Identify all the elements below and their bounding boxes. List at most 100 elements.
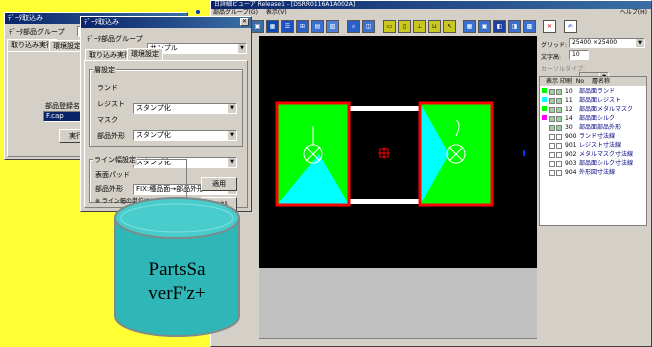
layer-print-checkbox[interactable] <box>556 97 562 104</box>
pad-icon[interactable]: ▣ <box>478 20 491 33</box>
resist-value: スタンプ化 <box>136 131 171 139</box>
layer-row[interactable]: 10 部品面ランド <box>542 87 615 96</box>
grid-select[interactable]: 25400 ×25400 ▼ <box>569 38 645 48</box>
side-panel: グリッド: 25400 ×25400 ▼ 文字高: 10 カーソルタイプ: ▼ … <box>537 36 649 346</box>
silk-line-bottom <box>349 199 419 204</box>
layer-display-checkbox[interactable] <box>549 160 555 167</box>
layer-name: 部品面部品外形 <box>579 124 622 131</box>
paint-icon[interactable]: ▨ <box>326 20 339 33</box>
layer-row[interactable]: 12 部品面メタルマスク <box>542 105 633 114</box>
import-dialog-front: ﾃﾞｰﾀ取込み ✕ ﾃﾞｰﾀ部品グループ サンプル ▼ 取り込み実行 環境設定 … <box>80 16 252 270</box>
front-group-label: ﾃﾞｰﾀ部品グループ <box>87 35 143 43</box>
copy-icon[interactable]: ◧ <box>493 20 506 33</box>
grid-value: 25400 ×25400 <box>572 39 618 46</box>
status-bar <box>259 338 537 346</box>
layer-setting-label: 層設定 <box>93 65 116 75</box>
col-print: 印刷 <box>559 78 572 85</box>
layer-color-swatch <box>542 160 547 165</box>
layer-display-checkbox[interactable] <box>549 106 555 113</box>
layer-color-swatch <box>542 142 547 147</box>
layer-number: 10 <box>565 88 573 95</box>
layer-number: 14 <box>565 115 573 122</box>
layer-display-checkbox[interactable] <box>549 124 555 131</box>
database-icon: PartsSa verF'z+ <box>111 194 243 340</box>
chevron-down-icon: ▼ <box>635 39 644 47</box>
help-icon[interactable]: ✍ <box>564 20 577 33</box>
layer-print-checkbox[interactable] <box>556 88 562 95</box>
select-icon[interactable]: ↖ <box>443 20 456 33</box>
char-height-label: 文字高: <box>541 54 562 61</box>
mask-label: マスク <box>97 116 118 124</box>
measure-icon[interactable]: ▭ <box>383 20 396 33</box>
layer-name: 部品面シルク <box>579 115 616 122</box>
layer-display-checkbox[interactable] <box>549 88 555 95</box>
fit-icon[interactable]: ◫ <box>362 20 375 33</box>
layer-name: 部品面シルク寸法線 <box>579 160 634 167</box>
layer-display-checkbox[interactable] <box>549 133 555 140</box>
col-display: 表示 <box>546 78 559 85</box>
front-tab-settings[interactable]: 環境設定 <box>127 48 163 60</box>
col-no: No <box>575 78 585 85</box>
layer-name: 部品面レジスト <box>579 97 622 104</box>
ruler-icon[interactable]: ⊥ <box>413 20 426 33</box>
land-select[interactable]: スタンプ化 ▼ <box>133 103 237 114</box>
grid-icon[interactable]: ▦ <box>266 20 279 33</box>
layer-print-checkbox[interactable] <box>556 169 562 176</box>
layer-print-checkbox[interactable] <box>556 160 562 167</box>
layer-print-checkbox[interactable] <box>556 133 562 140</box>
menu-item-help[interactable]: ヘルプ(H) <box>620 9 647 17</box>
footprint-drawing <box>275 101 525 207</box>
layer-row[interactable]: 11 部品面レジスト <box>542 96 621 105</box>
layer-row[interactable]: 901 レジスト寸法線 <box>542 141 621 150</box>
ruler2-icon[interactable]: ⊔ <box>428 20 441 33</box>
layer-name: 外形図寸法線 <box>579 169 616 176</box>
layer-color-swatch <box>542 124 547 129</box>
front-dialog-title: ﾃﾞｰﾀ取込み <box>84 18 119 26</box>
layer-print-checkbox[interactable] <box>556 151 562 158</box>
col-name: 層名称 <box>591 78 610 85</box>
canvas-lower-area <box>259 268 537 340</box>
layer-display-checkbox[interactable] <box>549 151 555 158</box>
layer-row[interactable]: 904 外形図寸法線 <box>542 168 615 177</box>
chart-icon[interactable]: ▤ <box>311 20 324 33</box>
layer-number: 904 <box>565 169 577 176</box>
measure2-icon[interactable]: ▯ <box>398 20 411 33</box>
menu-item-view[interactable]: 表示(V) <box>266 9 287 16</box>
layer-color-swatch <box>542 133 547 138</box>
pcb-canvas[interactable] <box>259 36 537 268</box>
print-icon[interactable]: ▩ <box>523 20 536 33</box>
list-icon[interactable]: ☰ <box>281 20 294 33</box>
chevron-down-icon: ▼ <box>227 104 236 113</box>
layer-row[interactable]: 14 部品面シルク <box>542 114 615 123</box>
layer-print-checkbox[interactable] <box>556 124 562 131</box>
tree-icon[interactable]: ⊞ <box>296 20 309 33</box>
layer-print-checkbox[interactable] <box>556 142 562 149</box>
apply-button[interactable]: 適用 <box>201 177 237 191</box>
database-label-line2: verF'z+ <box>148 283 206 304</box>
char-height-input[interactable]: 10 <box>569 50 589 60</box>
main-title: 日詳細ビューア Release1 - [DSRR0116A1A002A] <box>214 1 356 8</box>
layer-print-checkbox[interactable] <box>556 106 562 113</box>
menu-item-group[interactable]: 部品グループ(G) <box>213 9 258 16</box>
layer-icon[interactable]: ▦ <box>463 20 476 33</box>
layer-row[interactable]: 900 ランド寸法線 <box>542 132 615 141</box>
layer-display-checkbox[interactable] <box>549 142 555 149</box>
layer-name: レジスト寸法線 <box>579 142 622 149</box>
outline-label: 部品外形 <box>97 132 125 140</box>
save-icon[interactable]: ▣ <box>251 20 264 33</box>
layer-print-checkbox[interactable] <box>556 115 562 122</box>
resist-select[interactable]: スタンプ化 ▼ <box>133 130 237 141</box>
back-dialog-title: ﾃﾞｰﾀ取込み <box>8 14 43 22</box>
database-label-line1: PartsSa <box>148 259 206 280</box>
layer-display-checkbox[interactable] <box>549 115 555 122</box>
close-icon[interactable]: ✕ <box>240 18 249 26</box>
layer-display-checkbox[interactable] <box>549 169 555 176</box>
layer-row[interactable]: 903 部品面シルク寸法線 <box>542 159 633 168</box>
delete-icon[interactable]: ✕ <box>543 20 556 33</box>
layer-row[interactable]: 902 メタルマスク寸法線 <box>542 150 633 159</box>
layer-display-checkbox[interactable] <box>549 97 555 104</box>
zoom-icon[interactable]: ⌕ <box>347 20 360 33</box>
layer-row[interactable]: 30 部品面部品外形 <box>542 123 621 132</box>
paste-icon[interactable]: ◨ <box>508 20 521 33</box>
layer-color-swatch <box>542 169 547 174</box>
